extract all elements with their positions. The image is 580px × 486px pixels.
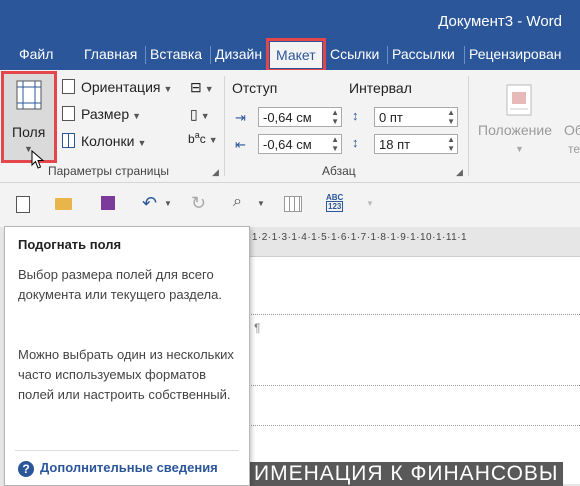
document-page[interactable]: ¶	[248, 256, 580, 405]
print-preview-icon[interactable]: ⌕	[233, 193, 242, 211]
orientation-label: Ориентация	[81, 79, 161, 95]
paragraph-mark: ¶	[254, 321, 261, 335]
more-info-label: Дополнительные сведения	[40, 460, 218, 475]
table-icon[interactable]	[284, 196, 302, 212]
spin-arrows-icon[interactable]: ▲ ▼	[447, 108, 455, 126]
tab-review[interactable]: Рецензирован	[469, 46, 562, 62]
columns-icon	[62, 133, 75, 148]
chevron-down-icon: ▼	[132, 111, 142, 121]
margins-icon	[16, 80, 42, 110]
new-document-icon[interactable]	[16, 196, 30, 213]
spacing-before-input[interactable]: 0 пт ▲ ▼	[374, 107, 458, 127]
indent-right-value: -0,64 см	[263, 137, 312, 152]
tab-separator	[145, 46, 146, 64]
spin-arrows-icon[interactable]: ▲ ▼	[447, 135, 455, 153]
tooltip-paragraph: Можно выбрать один из нескольких часто и…	[18, 347, 234, 402]
undo-icon[interactable]: ↶	[142, 193, 157, 214]
horizontal-ruler[interactable]: ·1·2·1·3·1·4·1·5·1·6·1·7·1·8·1·9·1·10·1·…	[248, 232, 580, 246]
breaks-icon[interactable]: ⊟ ▼	[190, 79, 214, 96]
wrap-text-label-2: те	[568, 142, 580, 156]
spacing-before-icon: ↕	[352, 108, 359, 123]
page-setup-group-label: Параметры страницы	[48, 164, 169, 178]
document-heading: ИМЕНАЦИЯ К ФИНАНСОВЫ	[250, 462, 563, 486]
chevron-down-icon: ▼	[163, 84, 173, 94]
paragraph-group-label: Абзац	[322, 164, 356, 178]
dialog-launcher-icon[interactable]: ◢	[212, 167, 219, 178]
chevron-down-icon: ▼	[137, 138, 147, 148]
chevron-down-icon[interactable]: ▼	[164, 199, 172, 208]
more-info-link[interactable]: ? Дополнительные сведения	[18, 460, 218, 477]
position-label: Положение	[478, 122, 552, 138]
tab-file[interactable]: Файл	[19, 46, 53, 62]
ribbon: Поля ▼ Ориентация ▼ Размер ▼ Колонки ▼ ⊟ ▼ ▯…	[0, 70, 580, 183]
tooltip-title: Подогнать поля	[18, 237, 122, 252]
tab-separator	[210, 46, 211, 64]
tab-references[interactable]: Ссылки	[330, 46, 379, 62]
size-icon	[62, 106, 75, 121]
save-icon[interactable]	[101, 196, 115, 210]
indent-left-value: -0,64 см	[263, 110, 312, 125]
margin-guide-line	[248, 314, 580, 315]
spacing-before-value: 0 пт	[379, 110, 403, 125]
margins-button[interactable]: Поля ▼	[1, 71, 57, 163]
margin-guide-line	[248, 385, 580, 386]
tab-insert[interactable]: Вставка	[150, 46, 202, 62]
spacing-after-input[interactable]: 18 пт ▲ ▼	[374, 134, 458, 154]
margins-tooltip: Подогнать поля Выбор размера полей для в…	[4, 226, 250, 486]
position-button[interactable]: Положение ▼	[474, 76, 580, 162]
help-icon: ?	[18, 460, 34, 477]
size-label: Размер	[81, 106, 130, 122]
dialog-launcher-icon[interactable]: ◢	[456, 167, 463, 178]
tooltip-paragraph: Выбор размера полей для всего документа …	[18, 267, 222, 302]
chevron-down-icon: ▼	[515, 144, 524, 154]
columns-button[interactable]: Колонки ▼	[62, 133, 146, 149]
quick-access-toolbar: ↶ ▼ ↻ ⌕ ▼ ABC 123 ▼	[0, 183, 580, 227]
indent-left-icon: ⇥	[235, 110, 246, 125]
mouse-cursor-icon	[31, 150, 45, 169]
wrap-text-label[interactable]: Об	[564, 122, 580, 138]
line-numbers-icon[interactable]: ▯ ▼	[190, 106, 210, 123]
tab-separator	[387, 46, 388, 64]
window-title: Документ3 - Word	[438, 13, 562, 30]
size-button[interactable]: Размер ▼	[62, 106, 141, 122]
group-separator	[468, 76, 469, 176]
tab-design[interactable]: Дизайн	[215, 46, 262, 62]
ribbon-tab-bar: Файл Главная Вставка Дизайн Макет Ссылки…	[0, 38, 580, 72]
spin-arrows-icon[interactable]: ▲ ▼	[331, 135, 339, 153]
group-separator	[224, 76, 225, 176]
title-bar: Документ3 - Word	[0, 0, 580, 40]
tooltip-divider	[15, 450, 239, 451]
orientation-icon	[62, 79, 75, 94]
spin-arrows-icon[interactable]: ▲ ▼	[331, 108, 339, 126]
margin-guide-line	[248, 425, 580, 426]
margins-label: Поля	[12, 124, 46, 140]
chevron-down-icon[interactable]: ▼	[257, 199, 265, 208]
spacing-label: Интервал	[349, 80, 412, 96]
orientation-button[interactable]: Ориентация ▼	[62, 79, 172, 95]
tab-home[interactable]: Главная	[84, 46, 137, 62]
chevron-down-icon[interactable]: ▼	[366, 199, 374, 208]
indent-label: Отступ	[232, 80, 278, 96]
position-icon	[506, 84, 532, 116]
tab-mailings[interactable]: Рассылки	[392, 46, 455, 62]
spacing-after-icon: ↕	[352, 135, 359, 150]
hyphenation-icon[interactable]: bac ▼	[188, 130, 218, 146]
indent-right-icon: ⇤	[235, 137, 246, 152]
tab-separator	[464, 46, 465, 64]
redo-icon[interactable]: ↻	[191, 193, 206, 214]
spacing-after-value: 18 пт	[379, 137, 411, 152]
indent-left-input[interactable]: -0,64 см ▲ ▼	[258, 107, 342, 127]
spelling-icon[interactable]: ABC 123	[326, 193, 344, 212]
open-folder-icon[interactable]	[55, 198, 72, 210]
indent-right-input[interactable]: -0,64 см ▲ ▼	[258, 134, 342, 154]
columns-label: Колонки	[81, 133, 135, 149]
tab-layout[interactable]: Макет	[266, 38, 326, 72]
